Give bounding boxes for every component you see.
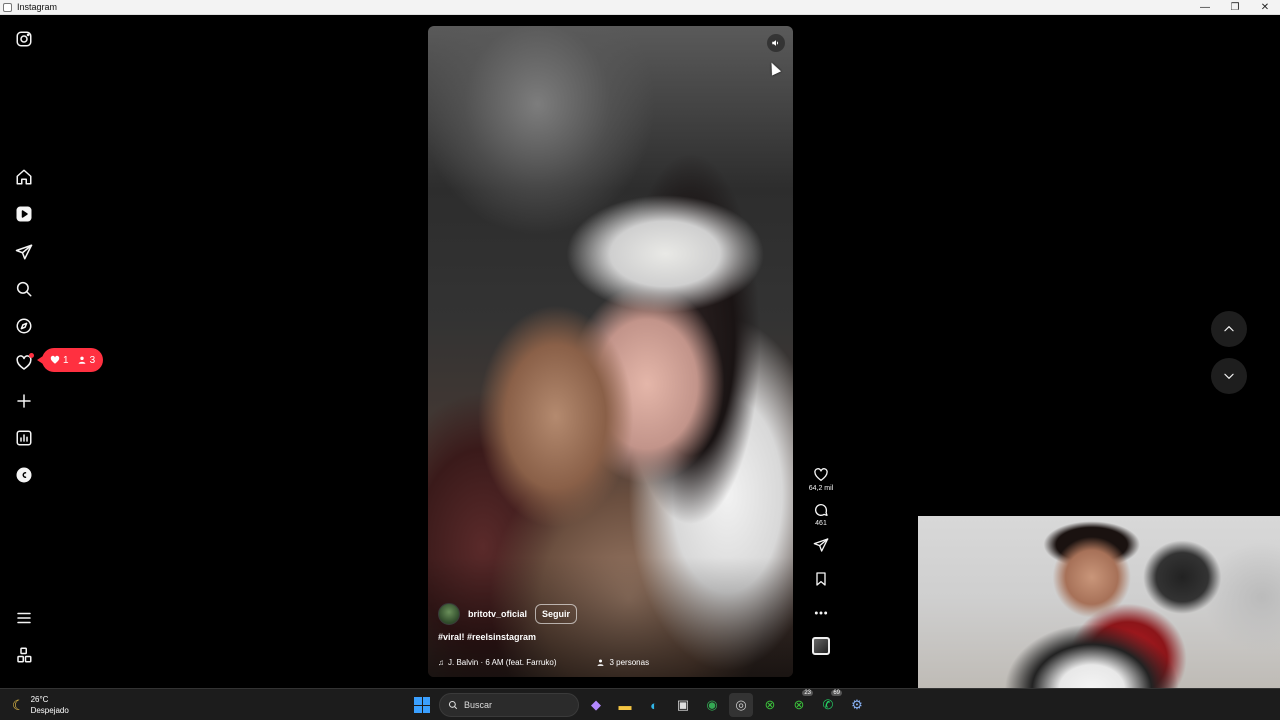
person-icon xyxy=(78,356,85,364)
author-username[interactable]: britotv_oficial xyxy=(468,609,527,619)
save-button[interactable] xyxy=(813,571,829,587)
menu-icon[interactable] xyxy=(12,606,36,630)
messages-icon[interactable] xyxy=(12,240,36,264)
store-icon[interactable]: ▣ xyxy=(671,693,695,717)
chevron-down-icon xyxy=(1224,373,1234,379)
ellipsis-icon xyxy=(814,611,828,615)
windows-taskbar: ☾ 26°C Despejado Buscar ◆ ▬ ◐ ▣ ◉ ◎ ⊗ ⊗ 2… xyxy=(0,688,1280,720)
notification-dot xyxy=(29,353,34,358)
minimize-button[interactable]: — xyxy=(1190,0,1220,15)
heart-icon xyxy=(814,468,828,481)
xbox-icon[interactable]: ⊗ xyxy=(758,693,782,717)
comment-icon xyxy=(815,504,828,516)
next-reel-button[interactable] xyxy=(1211,358,1247,394)
reel-navigation xyxy=(1211,311,1247,405)
share-button[interactable] xyxy=(813,537,829,553)
windows-logo-icon xyxy=(414,697,430,713)
weather-text: 26°C Despejado xyxy=(31,694,69,716)
whatsapp-icon[interactable]: ✆ 69 xyxy=(816,690,842,717)
obs-icon[interactable]: ◎ xyxy=(729,693,753,717)
reels-icon[interactable] xyxy=(12,202,36,226)
like-button[interactable]: 64,2 mil xyxy=(808,467,834,492)
likes-count: 1 xyxy=(50,355,69,366)
sidebar: 1 3 xyxy=(0,15,104,688)
notifications-badge[interactable]: 1 3 xyxy=(36,348,104,372)
copilot-icon[interactable]: ◆ xyxy=(584,693,608,717)
taskbar-apps: Buscar ◆ ▬ ◐ ▣ ◉ ◎ ⊗ ⊗ 23 ✆ 69 ⚙ xyxy=(410,690,869,717)
notifications-icon[interactable] xyxy=(12,351,36,375)
also-from-meta-icon[interactable] xyxy=(12,643,36,667)
start-button[interactable] xyxy=(410,693,434,717)
threads-icon[interactable] xyxy=(12,463,36,487)
chrome-icon[interactable]: ◉ xyxy=(700,693,724,717)
follow-button[interactable]: Seguir xyxy=(535,604,578,624)
bookmark-icon xyxy=(816,572,826,586)
follows-count: 3 xyxy=(77,354,96,366)
reel-footer: ♫ J. Balvin · 6 AM (feat. Farruko) 3 per… xyxy=(438,658,778,667)
like-count: 64,2 mil xyxy=(808,485,834,492)
audio-toggle-button[interactable] xyxy=(767,34,785,52)
tagged-people[interactable]: 3 personas xyxy=(596,658,649,667)
original-audio-thumbnail[interactable] xyxy=(812,637,830,655)
window-title: Instagram xyxy=(17,2,58,12)
close-button[interactable]: ✕ xyxy=(1250,0,1280,15)
xbox-app-icon[interactable]: ⊗ 23 xyxy=(787,690,813,717)
restore-button[interactable]: ❐ xyxy=(1220,0,1250,15)
search-icon[interactable] xyxy=(12,277,36,301)
audio-info[interactable]: ♫ J. Balvin · 6 AM (feat. Farruko) xyxy=(438,658,556,667)
likes-count-value: 1 xyxy=(63,354,69,366)
reel-video[interactable]: britotv_oficial Seguir #viral! #reelsins… xyxy=(428,26,793,677)
edge-icon[interactable]: ◐ xyxy=(642,693,666,717)
search-placeholder: Buscar xyxy=(464,700,493,710)
create-icon[interactable] xyxy=(12,389,36,413)
moon-icon: ☾ xyxy=(12,696,25,713)
whatsapp-badge: 69 xyxy=(831,690,842,696)
reel-meta: britotv_oficial Seguir #viral! #reelsins… xyxy=(438,603,778,667)
window-titlebar: Instagram — ❐ ✕ xyxy=(0,0,1280,15)
reel-author: britotv_oficial Seguir xyxy=(438,603,778,625)
heart-icon xyxy=(50,355,60,364)
reel-actions: 64,2 mil 461 xyxy=(805,467,837,655)
weather-desc: Despejado xyxy=(30,706,69,715)
audio-track: J. Balvin · 6 AM (feat. Farruko) xyxy=(448,658,557,667)
home-icon[interactable] xyxy=(12,165,36,189)
speaker-icon xyxy=(772,40,779,46)
dashboard-icon[interactable] xyxy=(12,426,36,450)
follows-count-value: 3 xyxy=(89,354,96,366)
previous-reel-button[interactable] xyxy=(1211,311,1247,347)
file-explorer-icon[interactable]: ▬ xyxy=(613,693,637,717)
more-options-button[interactable] xyxy=(813,605,829,621)
comment-count: 461 xyxy=(815,520,827,527)
steam-icon[interactable]: ⚙ xyxy=(845,693,869,717)
author-avatar[interactable] xyxy=(438,603,460,625)
search-icon xyxy=(448,700,458,710)
reel-caption[interactable]: #viral! #reelsinstagram xyxy=(438,632,778,642)
music-note-icon: ♫ xyxy=(438,658,444,667)
tagged-count: 3 personas xyxy=(609,658,650,667)
app-icon xyxy=(3,2,12,12)
send-icon xyxy=(813,538,829,552)
explore-icon[interactable] xyxy=(12,314,36,338)
taskbar-search[interactable]: Buscar xyxy=(439,693,579,717)
comment-button[interactable]: 461 xyxy=(813,502,829,527)
person-icon xyxy=(597,659,604,666)
chevron-up-icon xyxy=(1224,326,1234,332)
xbox-badge: 23 xyxy=(802,690,813,696)
weather-widget[interactable]: ☾ 26°C Despejado xyxy=(12,694,69,716)
instagram-logo-icon[interactable] xyxy=(12,27,36,51)
weather-temp: 26°C xyxy=(30,695,49,704)
